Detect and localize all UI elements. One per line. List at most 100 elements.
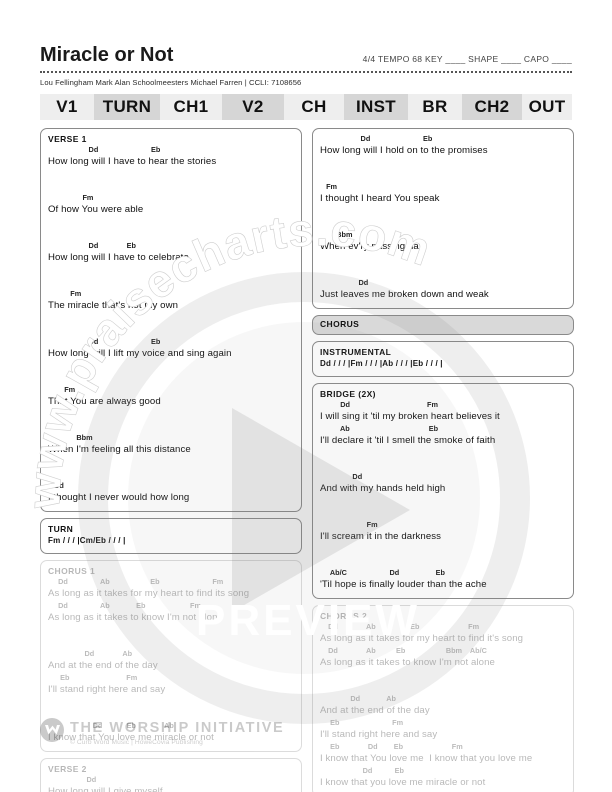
right-column: Dd Eb How long will I hold on to the prom… xyxy=(312,128,574,792)
lyric-line: And with my hands held high xyxy=(320,483,446,494)
arrangement-cell-ch2[interactable]: CH2 xyxy=(462,94,522,120)
lyric-line: How long will I give myself xyxy=(48,786,163,792)
lyric-line: And at the end of the day xyxy=(48,660,158,671)
chord-progression: Fm / / / |Cm/Eb / / / | xyxy=(48,536,126,545)
chord-line xyxy=(48,265,294,275)
footer: THE WORSHIP INITIATIVE © Curb Word Music… xyxy=(40,718,284,746)
chord-line: Fm xyxy=(48,193,94,202)
chord-line xyxy=(48,697,294,707)
chord-line: Dd Eb xyxy=(48,145,161,154)
arrangement-cell-v2[interactable]: V2 xyxy=(222,94,284,120)
lyric-line: How long will I hold on to the promises xyxy=(320,145,488,156)
arrangement-cell-inst[interactable]: INST xyxy=(344,94,408,120)
chord-line xyxy=(320,254,566,264)
chord-line: Dd Ab Eb Bbm Ab/C xyxy=(320,646,487,655)
lyric-line: How long will I have to celebrate xyxy=(48,252,189,263)
section-instrumental: INSTRUMENTAL Dd / / / |Fm / / / |Ab / / /… xyxy=(312,341,574,377)
lyric-line xyxy=(320,216,566,230)
chord-line: Fm xyxy=(48,385,76,394)
arrangement-cell-out[interactable]: OUT xyxy=(522,94,572,120)
section-verse-1-cont: Dd Eb How long will I hold on to the prom… xyxy=(312,128,574,309)
chord-line: Dd xyxy=(48,481,64,490)
chord-line xyxy=(320,496,566,506)
header-divider xyxy=(40,71,572,73)
lyric-line: As long as it takes for my heart to find… xyxy=(48,588,250,599)
chord-line: Dd Eb xyxy=(320,766,404,775)
chord-line: Dd Eb xyxy=(48,337,161,346)
lyric-line: I will sing it 'til my broken heart beli… xyxy=(320,411,500,422)
section-turn: TURN Fm / / / |Cm/Eb / / / | xyxy=(40,518,302,554)
arrangement-cell-br[interactable]: BR xyxy=(408,94,462,120)
lyric-line: As long as it takes to know I'm not alon… xyxy=(48,612,223,623)
lyric-line: I know that You love me I know that you … xyxy=(320,753,533,764)
section-label: TURN xyxy=(48,524,74,534)
chord-line xyxy=(320,670,566,680)
lyric-line: I'll stand right here and say xyxy=(320,729,438,740)
section-verse-1: VERSE 1 Dd Eb How long will I have to hea… xyxy=(40,128,302,512)
worship-initiative-logo-icon xyxy=(40,718,64,742)
chord-line: Eb Fm xyxy=(48,673,138,682)
footer-text: THE WORSHIP INITIATIVE © Curb Word Music… xyxy=(70,718,284,746)
chord-line xyxy=(320,158,566,168)
lyric-line: When I'm feeling all this distance xyxy=(48,444,191,455)
chord-line: Dd Ab Eb Fm xyxy=(48,577,224,586)
lyric-line: I thought I never would how long xyxy=(48,492,190,503)
section-label: CHORUS xyxy=(320,319,360,329)
lyric-line: I know that you love me miracle or not xyxy=(320,777,486,788)
arrangement-cell-v1[interactable]: V1 xyxy=(40,94,94,120)
arrangement-bar[interactable]: V1 TURN CH1 V2 CH INST BR CH2 OUT xyxy=(40,94,572,120)
lyric-line xyxy=(48,419,294,433)
chart-header: Miracle or Not 4/4 TEMPO 68 KEY ____ SHA… xyxy=(40,44,572,87)
chord-line: Bbm xyxy=(48,433,93,442)
lyric-line: That You are always good xyxy=(48,396,161,407)
chord-line: Fm xyxy=(320,520,378,529)
lyric-line: I'll stand right here and say xyxy=(48,684,166,695)
chord-line: Dd Ab Eb Fm xyxy=(320,622,480,631)
lyric-line: I thought I heard You speak xyxy=(320,193,440,204)
chord-line: Dd Ab xyxy=(48,649,133,658)
chord-line xyxy=(48,625,294,635)
chord-chart-page: Miracle or Not 4/4 TEMPO 68 KEY ____ SHA… xyxy=(0,0,612,792)
chord-line xyxy=(320,448,566,458)
lyric-line xyxy=(48,227,294,241)
lyric-line: The miracle that's not my own xyxy=(48,300,179,311)
lyric-line xyxy=(320,168,566,182)
section-label: CHORUS 2 xyxy=(320,611,368,621)
lyric-line: And at the end of the day xyxy=(320,705,430,716)
lyric-line xyxy=(320,264,566,278)
chord-line xyxy=(48,409,294,419)
lyric-line: How long will I have to hear the stories xyxy=(48,156,217,167)
arrangement-cell-turn[interactable]: TURN xyxy=(94,94,160,120)
section-chorus-2: CHORUS 2 Dd Ab Eb Fm As long as it takes … xyxy=(312,605,574,792)
arrangement-cell-ch[interactable]: CH xyxy=(284,94,344,120)
lyric-line: How long will I lift my voice and sing a… xyxy=(48,348,232,359)
section-label: CHORUS 1 xyxy=(48,566,96,576)
chord-line: Dd Eb xyxy=(48,241,136,250)
chord-line xyxy=(48,313,294,323)
chord-line: Dd Fm xyxy=(320,400,438,409)
chord-line xyxy=(320,206,566,216)
chord-line: Ab Eb xyxy=(320,424,439,433)
lyric-line xyxy=(48,371,294,385)
lyric-line xyxy=(48,179,294,193)
section-verse-2: VERSE 2 DdHow long will I give myself Eb… xyxy=(40,758,302,792)
chord-line xyxy=(48,169,294,179)
chord-line xyxy=(48,217,294,227)
lyric-line: Just leaves me broken down and weak xyxy=(320,289,489,300)
section-label: VERSE 2 xyxy=(48,764,87,774)
lyric-line: I'll scream it in the darkness xyxy=(320,531,442,542)
lyric-line xyxy=(320,458,566,472)
copyright-line: © Curb Word Music | HoweCovia Publishing xyxy=(70,739,203,746)
lyric-line: As long as it takes to know I'm not alon… xyxy=(320,657,495,668)
chord-line: Fm xyxy=(48,289,82,298)
chord-line: Dd Ab Eb Fm xyxy=(48,601,201,610)
chord-line xyxy=(320,544,566,554)
chord-line: Eb Fm xyxy=(320,718,404,727)
page-title: Miracle or Not xyxy=(40,44,174,66)
lyric-line: Of how You were able xyxy=(48,204,144,215)
lyric-line: 'Til hope is finally louder than the ach… xyxy=(320,579,487,590)
song-meta: 4/4 TEMPO 68 KEY ____ SHAPE ____ CAPO __… xyxy=(362,54,572,64)
chord-line xyxy=(48,457,294,467)
arrangement-cell-ch1[interactable]: CH1 xyxy=(160,94,222,120)
chord-line: Dd xyxy=(320,472,363,481)
